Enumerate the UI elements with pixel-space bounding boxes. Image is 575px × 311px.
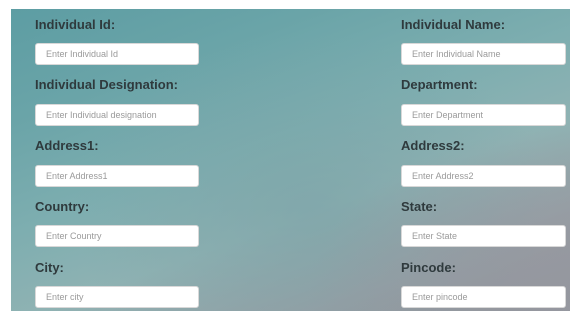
individual-id-label: Individual Id: (35, 17, 116, 32)
individual-name-label: Individual Name: (401, 17, 506, 32)
state-input[interactable] (401, 225, 566, 247)
address1-label: Address1: (35, 138, 99, 153)
address2-label: Address2: (401, 138, 465, 153)
country-input[interactable] (35, 225, 199, 247)
address2-input[interactable] (401, 165, 566, 187)
address1-input[interactable] (35, 165, 199, 187)
individual-designation-input[interactable] (35, 104, 199, 126)
city-input[interactable] (35, 286, 199, 308)
pincode-label: Pincode: (401, 260, 456, 275)
individual-form-panel: Individual Id: Individual Name: Individu… (11, 9, 570, 311)
pincode-input[interactable] (401, 286, 566, 308)
department-input[interactable] (401, 104, 566, 126)
country-label: Country: (35, 199, 90, 214)
individual-name-input[interactable] (401, 43, 566, 65)
individual-designation-label: Individual Designation: (35, 77, 179, 92)
department-label: Department: (401, 77, 478, 92)
page-frame: Individual Id: Individual Name: Individu… (0, 0, 575, 311)
city-label: City: (35, 260, 64, 275)
state-label: State: (401, 199, 438, 214)
individual-id-input[interactable] (35, 43, 199, 65)
